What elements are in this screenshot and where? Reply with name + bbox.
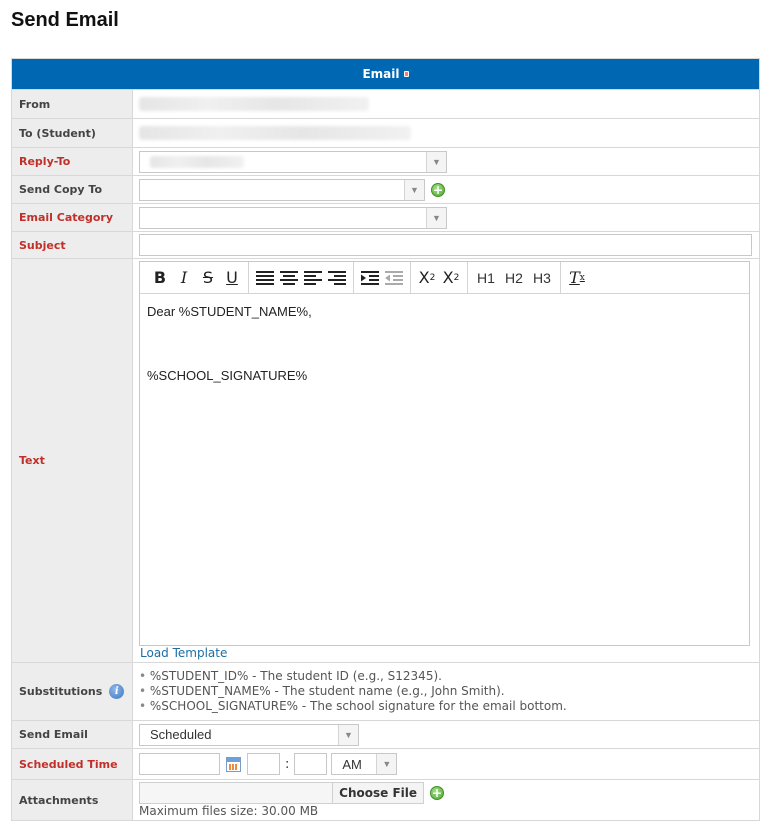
rich-text-editor: B I S U X 2 X 2 H1 H2 H3 T x Dear %STUDE… — [139, 261, 750, 646]
send-copy-to-label: Send Copy To — [12, 176, 133, 203]
indent-icon[interactable] — [359, 266, 381, 290]
subject-input[interactable] — [139, 234, 752, 256]
form-header: Email — [12, 59, 759, 89]
row-email-category: Email Category ▼ — [12, 203, 759, 231]
scheduled-time-label: Scheduled Time — [12, 749, 133, 779]
strikethrough-button[interactable]: S — [197, 266, 219, 290]
row-from: From — [12, 89, 759, 118]
italic-button[interactable]: I — [173, 266, 195, 290]
scheduled-date-input[interactable] — [139, 753, 220, 775]
dropdown-arrow-icon[interactable]: ▼ — [376, 754, 397, 774]
scheduled-hour-input[interactable] — [247, 753, 280, 775]
send-email-select[interactable]: Scheduled ▼ — [139, 723, 359, 746]
editor-toolbar: B I S U X 2 X 2 H1 H2 H3 T x — [140, 262, 749, 294]
superscript-icon[interactable]: X2 — [440, 266, 462, 290]
scheduled-minute-input[interactable] — [294, 753, 328, 775]
row-substitutions: Substitutions i %STUDENT_ID% - The stude… — [12, 662, 759, 720]
heading-3-button[interactable]: H3 — [529, 266, 555, 290]
editor-line-signature: %SCHOOL_SIGNATURE% — [147, 368, 308, 383]
row-attachments: Attachments Choose File + Maximum files … — [12, 779, 759, 820]
dropdown-arrow-icon[interactable]: ▼ — [426, 151, 446, 172]
page-title: Send Email — [11, 9, 119, 31]
editor-content[interactable]: Dear %STUDENT_NAME%, %SCHOOL_SIGNATURE% — [140, 294, 749, 394]
from-label: From — [12, 90, 133, 118]
editor-line-greeting: Dear %STUDENT_NAME%, — [147, 304, 312, 319]
reply-to-select[interactable]: ▼ — [139, 150, 447, 173]
align-center-icon[interactable] — [278, 266, 300, 290]
substitution-item: %STUDENT_ID% - The student ID (e.g., S12… — [139, 669, 567, 684]
text-label: Text — [12, 259, 133, 662]
reply-to-label: Reply-To — [12, 148, 133, 175]
align-left-icon[interactable] — [302, 266, 324, 290]
choose-file-button[interactable]: Choose File — [332, 783, 423, 803]
email-category-label: Email Category — [12, 204, 133, 231]
dropdown-arrow-icon[interactable]: ▼ — [338, 724, 358, 745]
substitutions-list: %STUDENT_ID% - The student ID (e.g., S12… — [139, 663, 567, 720]
add-attachment-icon[interactable]: + — [430, 786, 444, 800]
send-email-label: Send Email — [12, 721, 133, 748]
dropdown-arrow-icon[interactable]: ▼ — [426, 207, 446, 228]
row-subject: Subject — [12, 231, 759, 258]
underline-button[interactable]: U — [221, 266, 243, 290]
bold-button[interactable]: B — [149, 266, 171, 290]
calendar-icon[interactable] — [226, 756, 241, 772]
time-separator: : — [285, 756, 290, 772]
dropdown-arrow-icon[interactable]: ▼ — [404, 179, 424, 200]
reply-to-value-redacted — [150, 155, 244, 168]
outdent-icon[interactable] — [383, 266, 405, 290]
form-header-title: Email — [362, 67, 400, 81]
row-reply-to: Reply-To ▼ — [12, 147, 759, 175]
attachment-file-input[interactable]: Choose File — [139, 782, 424, 804]
add-copy-recipient-icon[interactable]: + — [431, 182, 445, 197]
substitution-item: %STUDENT_NAME% - The student name (e.g.,… — [139, 684, 567, 699]
row-send-copy-to: Send Copy To ▼ + — [12, 175, 759, 203]
justify-icon[interactable] — [254, 266, 276, 290]
to-value-redacted — [139, 126, 411, 140]
subject-label: Subject — [12, 232, 133, 258]
ampm-select[interactable]: AM ▼ — [331, 753, 398, 775]
heading-2-button[interactable]: H2 — [501, 266, 527, 290]
subscript-icon[interactable]: X2 — [416, 266, 438, 290]
max-file-size-hint: Maximum files size: 30.00 MB — [139, 804, 319, 818]
substitution-item: %SCHOOL_SIGNATURE% - The school signatur… — [139, 699, 567, 714]
required-indicator-icon — [403, 71, 409, 77]
attachments-label: Attachments — [12, 780, 133, 820]
email-form: Email From To (Student) Reply-To ▼ Send … — [11, 58, 760, 821]
clear-format-icon[interactable]: Tx — [566, 266, 588, 290]
to-label: To (Student) — [12, 119, 133, 147]
info-icon[interactable]: i — [109, 684, 125, 699]
from-value-redacted — [139, 97, 369, 111]
email-category-select[interactable]: ▼ — [139, 206, 447, 229]
send-copy-to-select[interactable]: ▼ — [139, 178, 425, 201]
heading-1-button[interactable]: H1 — [473, 266, 499, 290]
substitutions-label: Substitutions — [19, 685, 103, 698]
row-text: Text B I S U X 2 X 2 H1 H2 H3 T x Dear %… — [12, 258, 759, 662]
load-template-link[interactable]: Load Template — [140, 646, 227, 660]
row-scheduled-time: Scheduled Time : AM ▼ — [12, 748, 759, 779]
row-to: To (Student) — [12, 118, 759, 147]
row-send-email: Send Email Scheduled ▼ — [12, 720, 759, 748]
align-right-icon[interactable] — [326, 266, 348, 290]
